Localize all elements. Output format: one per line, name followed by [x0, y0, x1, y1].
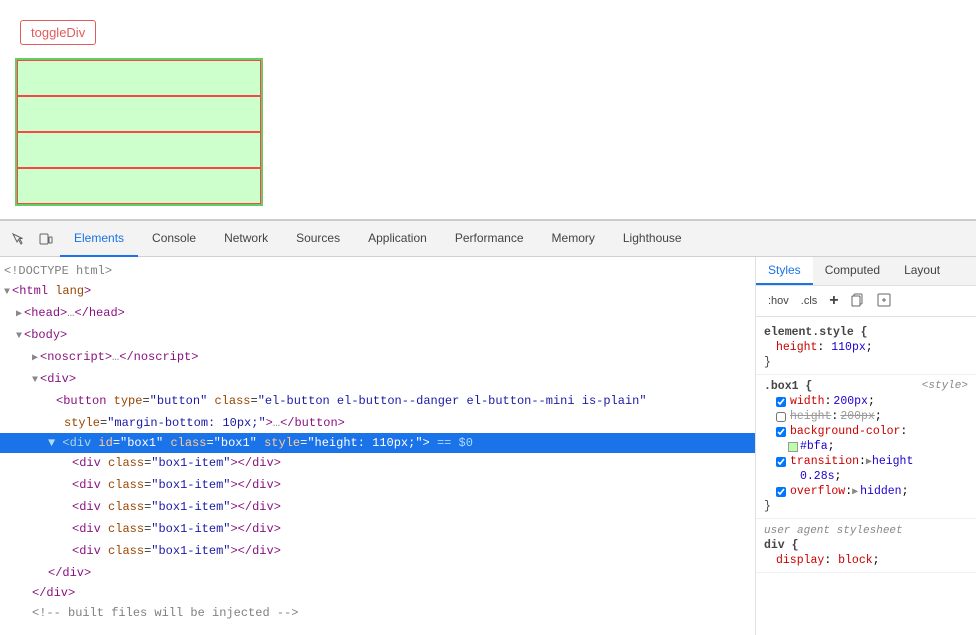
user-agent-rule: user agent stylesheet div { display: blo… — [756, 519, 976, 573]
devtools-panel: Elements Console Network Sources Applica… — [0, 220, 976, 635]
html-line[interactable]: ▶<div class="box1-item"></div> — [0, 541, 755, 563]
styles-toolbar: :hov .cls + — [756, 286, 976, 317]
html-line[interactable]: ▶<div class="box1-item"></div> — [0, 453, 755, 475]
html-line[interactable]: ▶<noscript>…</noscript> — [0, 347, 755, 369]
box1-item — [17, 60, 261, 96]
device-icon[interactable] — [32, 225, 60, 253]
tab-elements[interactable]: Elements — [60, 221, 138, 257]
devtools-toolbar: Elements Console Network Sources Applica… — [0, 221, 976, 257]
html-line[interactable]: ▶<button type="button" class="el-button … — [0, 391, 755, 413]
html-line[interactable]: ▼<body> — [0, 325, 755, 347]
element-style-rule: element.style { height: 110px; } — [756, 321, 976, 375]
html-line[interactable]: </div> — [0, 583, 755, 603]
tab-console[interactable]: Console — [138, 221, 210, 257]
styles-tab-computed[interactable]: Computed — [813, 257, 892, 285]
expand-style-button[interactable] — [873, 291, 895, 312]
box1-style-rule: .box1 { <style> width: 200px; height: 20… — [756, 375, 976, 519]
box1-container — [15, 58, 263, 206]
elements-panel[interactable]: <!DOCTYPE html> ▼<html lang> ▶<head>…</h… — [0, 257, 756, 635]
copy-style-button[interactable] — [847, 291, 869, 312]
box1-item — [17, 96, 261, 132]
styles-panel-tabs: Styles Computed Layout — [756, 257, 976, 286]
tab-memory[interactable]: Memory — [538, 221, 609, 257]
styles-panel: Styles Computed Layout :hov .cls + — [756, 257, 976, 635]
transition-checkbox[interactable] — [776, 457, 786, 467]
tab-network[interactable]: Network — [210, 221, 282, 257]
html-line[interactable]: <!DOCTYPE html> — [0, 261, 755, 281]
html-line[interactable]: ▶<div class="box1-item"></div> — [0, 497, 755, 519]
devtools-content: <!DOCTYPE html> ▼<html lang> ▶<head>…</h… — [0, 257, 976, 635]
html-line[interactable]: <!-- built files will be injected --> — [0, 603, 755, 623]
width-checkbox[interactable] — [776, 397, 786, 407]
devtools-tabs: Elements Console Network Sources Applica… — [60, 221, 696, 257]
styles-tab-styles[interactable]: Styles — [756, 257, 813, 285]
cls-button[interactable]: .cls — [797, 293, 822, 309]
toggle-div-button[interactable]: toggleDiv — [20, 20, 96, 45]
styles-content[interactable]: element.style { height: 110px; } .box1 {… — [756, 317, 976, 635]
tab-performance[interactable]: Performance — [441, 221, 538, 257]
html-line[interactable]: ▶<div class="box1-item"></div> — [0, 519, 755, 541]
overflow-checkbox[interactable] — [776, 487, 786, 497]
hov-button[interactable]: :hov — [764, 293, 793, 309]
html-line[interactable]: </div> — [0, 563, 755, 583]
box1-item — [17, 132, 261, 168]
html-line[interactable]: ▶<head>…</head> — [0, 303, 755, 325]
styles-tab-layout[interactable]: Layout — [892, 257, 952, 285]
html-line[interactable]: ▶<div class="box1-item"></div> — [0, 475, 755, 497]
html-line[interactable]: ▼<div> — [0, 369, 755, 391]
preview-area: toggleDiv — [0, 0, 976, 220]
html-line-selected[interactable]: ▼ <div id="box1" class="box1" style="hei… — [0, 433, 755, 453]
color-swatch[interactable] — [788, 442, 798, 452]
height-checkbox[interactable] — [776, 412, 786, 422]
html-line[interactable]: style="margin-bottom: 10px;">…</button> — [0, 413, 755, 433]
box1-item — [17, 168, 261, 204]
html-line[interactable]: ▼<html lang> — [0, 281, 755, 303]
inspect-icon[interactable] — [4, 225, 32, 253]
tab-sources[interactable]: Sources — [282, 221, 354, 257]
add-style-button[interactable]: + — [825, 290, 842, 312]
bgcolor-checkbox[interactable] — [776, 427, 786, 437]
tab-application[interactable]: Application — [354, 221, 441, 257]
tab-lighthouse[interactable]: Lighthouse — [609, 221, 696, 257]
